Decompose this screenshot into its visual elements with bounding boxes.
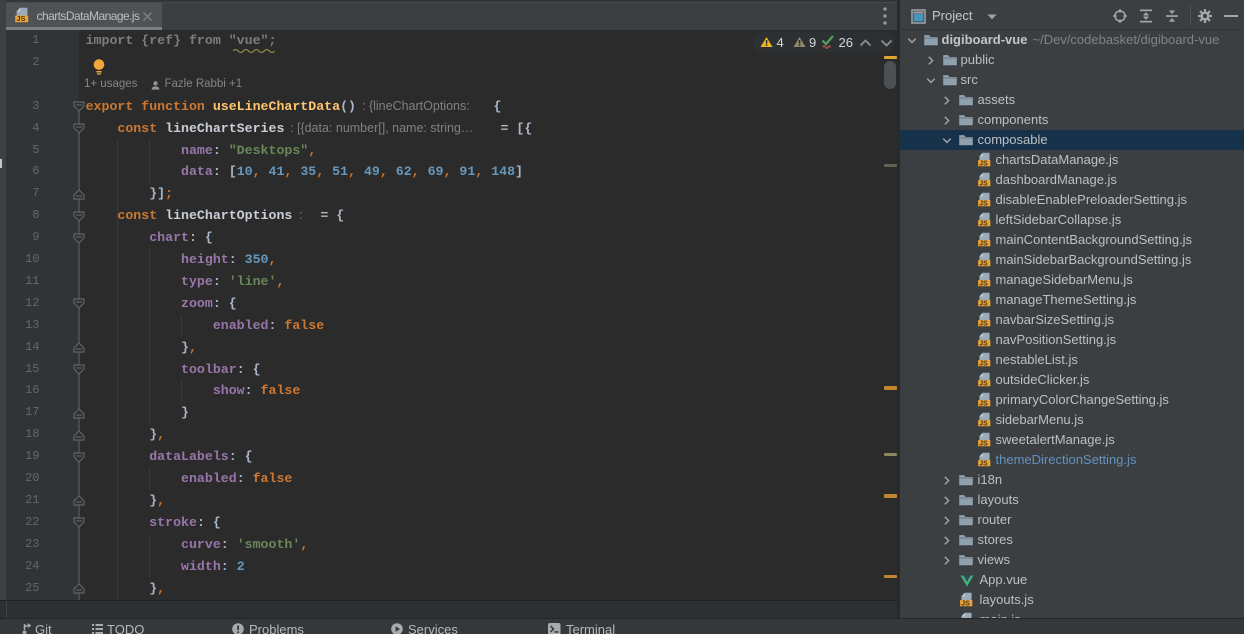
svg-text:JS: JS <box>979 460 988 467</box>
svg-text:JS: JS <box>979 420 988 427</box>
svg-text:JS: JS <box>979 200 988 207</box>
svg-text:JS: JS <box>979 340 988 347</box>
svg-text:JS: JS <box>979 260 988 267</box>
svg-text:JS: JS <box>979 240 988 247</box>
svg-text:JS: JS <box>979 160 988 167</box>
svg-text:JS: JS <box>979 300 988 307</box>
svg-text:JS: JS <box>16 14 25 23</box>
svg-text:JS: JS <box>979 360 988 367</box>
svg-text:JS: JS <box>979 320 988 327</box>
svg-text:JS: JS <box>979 180 988 187</box>
svg-text:JS: JS <box>979 380 988 387</box>
svg-text:JS: JS <box>979 220 988 227</box>
svg-text:JS: JS <box>979 280 988 287</box>
svg-text:JS: JS <box>979 440 988 447</box>
svg-text:JS: JS <box>979 400 988 407</box>
svg-text:JS: JS <box>961 600 970 607</box>
